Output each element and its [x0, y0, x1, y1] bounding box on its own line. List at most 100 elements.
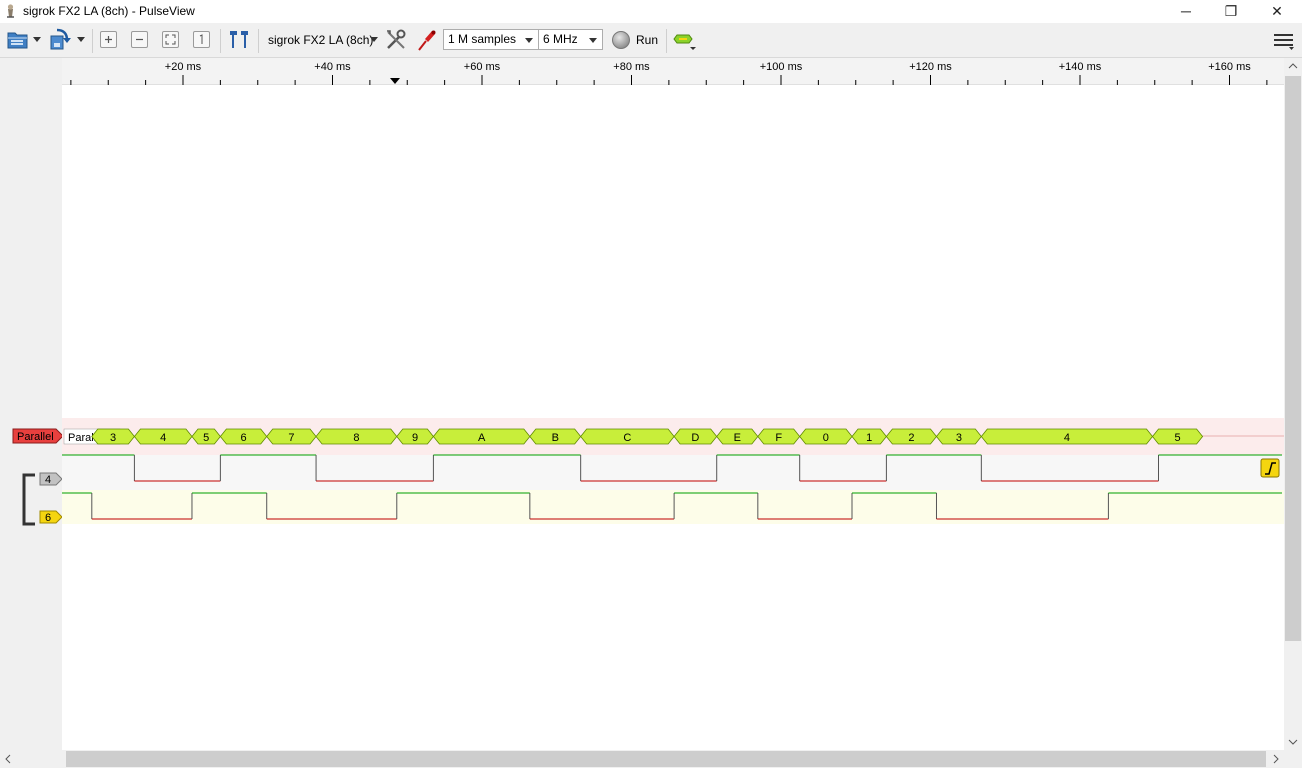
decoder-annotation-label: A	[478, 432, 486, 444]
scroll-down-icon[interactable]	[1288, 738, 1298, 746]
horizontal-scroll-thumb[interactable]	[66, 751, 1266, 767]
samplerate-select[interactable]: 6 MHz	[538, 29, 603, 50]
pulseview-app-icon	[7, 4, 14, 18]
save-dropdown-arrow-icon[interactable]	[77, 37, 85, 43]
open-dropdown-arrow-icon[interactable]	[33, 37, 41, 43]
trace-area[interactable]: Parallel 2 3456789ABCDEF012345	[62, 85, 1284, 751]
restore-button[interactable]: ❐	[1208, 0, 1254, 23]
channel-4-label-text: 4	[45, 474, 51, 486]
decoder-annotation-label: E	[734, 432, 741, 444]
scroll-right-icon[interactable]	[1272, 754, 1280, 764]
decoder-annotation[interactable]: 4	[980, 428, 1154, 445]
chevron-down-icon	[589, 38, 597, 43]
zoom-out-icon[interactable]	[131, 31, 148, 48]
decoder-annotation-label: D	[691, 432, 699, 444]
main-view: Parallel 4 6 +20 ms +40 ms +60 ms +80 ms +10…	[0, 58, 1302, 768]
decoder-annotation-label: 2	[908, 432, 914, 444]
scrollbar-corner	[1284, 750, 1302, 768]
decoder-annotation[interactable]: E	[716, 428, 759, 445]
scroll-left-icon[interactable]	[4, 754, 12, 764]
ruler-tick-label: +80 ms	[613, 61, 650, 73]
zoom-one-to-one-icon[interactable]	[193, 31, 210, 48]
decoder-annotation[interactable]: A	[432, 428, 531, 445]
decoder-add-icon[interactable]	[672, 31, 698, 51]
zoom-fit-icon[interactable]	[162, 31, 179, 48]
decoder-annotation-label: 4	[1064, 432, 1070, 444]
ruler-tick-label: +140 ms	[1059, 61, 1102, 73]
horizontal-scrollbar[interactable]	[0, 750, 1284, 768]
decoder-annotation[interactable]: B	[529, 428, 582, 445]
trigger-marker-icon[interactable]	[390, 78, 400, 84]
device-config-icon[interactable]	[385, 29, 407, 51]
channel-6-label-text: 6	[45, 512, 51, 524]
decoder-annotation-label: 8	[353, 432, 359, 444]
ruler-tick-label: +40 ms	[314, 61, 351, 73]
run-button[interactable]: Run	[611, 30, 663, 50]
decoder-annotation[interactable]: C	[580, 428, 675, 445]
run-status-icon	[612, 31, 630, 49]
menu-icon[interactable]	[1273, 32, 1295, 50]
zoom-in-icon[interactable]	[100, 31, 117, 48]
ruler-tick-label: +120 ms	[909, 61, 952, 73]
device-dropdown-arrow-icon[interactable]	[370, 37, 378, 43]
run-label: Run	[636, 33, 659, 47]
decoder-annotation[interactable]: 9	[396, 428, 434, 445]
channel-group-bracket-icon[interactable]	[20, 473, 38, 527]
probe-config-icon[interactable]	[416, 28, 438, 52]
time-ruler[interactable]: +20 ms +40 ms +60 ms +80 ms +100 ms +120 ms +1…	[62, 58, 1284, 85]
decoder-annotation[interactable]: 8	[315, 428, 398, 445]
decoder-annotation-label: C	[623, 432, 631, 444]
decoder-annotation[interactable]: 5	[1151, 428, 1204, 445]
decoder-annotation-label: 4	[160, 432, 166, 444]
decoder-annotation[interactable]: 5	[191, 428, 221, 445]
decoder-annotation-label: F	[775, 432, 782, 444]
vertical-scroll-thumb[interactable]	[1285, 76, 1301, 641]
chevron-down-icon	[525, 38, 533, 43]
channel-4-row-background	[62, 455, 1284, 490]
cursors-icon[interactable]	[227, 29, 251, 51]
decoder-annotation[interactable]: 3	[91, 428, 135, 445]
decoder-annotation[interactable]: 4	[133, 428, 193, 445]
decoder-label-text: Parallel	[17, 431, 54, 443]
main-toolbar: sigrok FX2 LA (8ch) 1 M samples 6 MHz Ru…	[0, 23, 1302, 58]
ruler-tick-label: +60 ms	[464, 61, 501, 73]
decoder-annotation[interactable]: 1	[851, 428, 887, 445]
ruler-tick-label: +160 ms	[1208, 61, 1251, 73]
sample-count-select[interactable]: 1 M samples	[443, 29, 539, 50]
decoder-annotation-label: 0	[823, 432, 829, 444]
trace-header-panel: Parallel 4 6	[0, 58, 64, 750]
decoder-annotation-label: 9	[412, 432, 418, 444]
close-button[interactable]: ✕	[1254, 0, 1300, 23]
decoder-annotation[interactable]: F	[757, 428, 801, 445]
channel-4-label[interactable]: 4	[39, 471, 64, 487]
title-bar: sigrok FX2 LA (8ch) - PulseView ─ ❐ ✕	[0, 0, 1302, 23]
decoder-annotation-label: 5	[1174, 432, 1180, 444]
ruler-tick-label: +100 ms	[760, 61, 803, 73]
decoder-annotation-label: 3	[956, 432, 962, 444]
decoder-annotation-label: 5	[203, 432, 209, 444]
decoder-annotation[interactable]: D	[673, 428, 718, 445]
window-title: sigrok FX2 LA (8ch) - PulseView	[23, 4, 195, 18]
decoder-annotation[interactable]: 2	[885, 428, 937, 445]
ruler-tick-label: +20 ms	[165, 61, 202, 73]
rising-edge-trigger-icon[interactable]	[1260, 458, 1280, 478]
samplerate-value: 6 MHz	[543, 32, 578, 46]
decoder-annotation[interactable]: 7	[266, 428, 317, 445]
decoder-annotation-label: 7	[288, 432, 294, 444]
sample-count-value: 1 M samples	[448, 32, 517, 46]
decoder-annotation[interactable]: 0	[799, 428, 853, 445]
open-icon[interactable]	[6, 29, 30, 51]
scroll-up-icon[interactable]	[1288, 62, 1298, 70]
minimize-button[interactable]: ─	[1163, 0, 1209, 23]
device-selector[interactable]: sigrok FX2 LA (8ch)	[268, 33, 373, 47]
decoder-trace-label[interactable]: Parallel	[12, 428, 64, 444]
decoder-annotation[interactable]: 3	[935, 428, 982, 445]
vertical-scrollbar[interactable]	[1284, 58, 1302, 750]
save-icon[interactable]	[48, 28, 72, 52]
channel-6-label[interactable]: 6	[39, 509, 64, 525]
decoder-annotation[interactable]: 6	[219, 428, 268, 445]
decoder-annotation-label: B	[552, 432, 559, 444]
decoder-annotation-label: 1	[866, 432, 872, 444]
decoder-annotation-label: 3	[110, 432, 116, 444]
decoder-annotation-label: 6	[240, 432, 246, 444]
